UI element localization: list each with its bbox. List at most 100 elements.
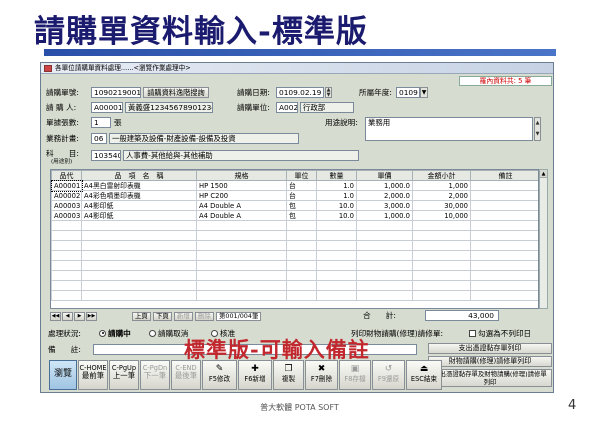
table-cell[interactable] (412, 250, 471, 261)
table-cell[interactable]: A00002 (51, 190, 82, 201)
next-record-icon[interactable]: ▶ (74, 312, 85, 321)
table-cell[interactable] (286, 250, 317, 261)
table-cell[interactable]: 台 (286, 190, 317, 201)
nav-down-button[interactable]: 下頁 (153, 312, 172, 321)
table-cell[interactable] (286, 270, 317, 281)
table-cell[interactable]: 3,000.0 (356, 200, 413, 211)
toolbar-save-button[interactable]: ▣ F8存檔 (339, 360, 371, 390)
table-cell[interactable] (356, 280, 413, 291)
table-cell[interactable]: A4 Double A (196, 210, 287, 221)
table-cell[interactable]: 2,000 (412, 190, 471, 201)
table-cell[interactable] (356, 230, 413, 241)
table-cell[interactable] (286, 290, 317, 301)
table-cell[interactable]: A00001 (51, 179, 83, 192)
table-cell[interactable] (316, 230, 357, 241)
table-cell[interactable] (286, 220, 317, 231)
table-cell[interactable] (196, 280, 287, 291)
table-cell[interactable] (316, 220, 357, 231)
table-cell[interactable] (81, 280, 197, 291)
table-cell[interactable] (81, 290, 197, 301)
table-cell[interactable] (412, 230, 471, 241)
attachment-field[interactable]: 1 (91, 117, 111, 128)
table-cell[interactable] (196, 250, 287, 261)
table-cell[interactable] (470, 280, 538, 291)
table-cell[interactable] (412, 240, 471, 251)
req-unit-code-field[interactable]: A002 (276, 102, 298, 113)
table-cell[interactable] (51, 270, 82, 281)
table-cell[interactable] (286, 230, 317, 241)
fiscal-year-select[interactable]: 0109 (396, 87, 420, 98)
table-cell[interactable]: A4 Double A (196, 200, 287, 211)
purpose-field[interactable]: 業務用 (365, 117, 533, 141)
toolbar-delete-button[interactable]: ✖ F7刪除 (305, 360, 338, 390)
table-cell[interactable] (412, 220, 471, 231)
table-cell[interactable] (81, 220, 197, 231)
nav-add-button[interactable]: 新增 (174, 312, 193, 321)
prev-record-icon[interactable]: ◀ (62, 312, 73, 321)
toolbar-next-record-button[interactable]: C-PgDn 下一筆 (140, 360, 170, 390)
toolbar-restore-button[interactable]: ↺ F9還原 (372, 360, 405, 390)
table-cell[interactable] (470, 290, 538, 301)
table-cell[interactable] (81, 270, 197, 281)
table-cell[interactable] (196, 230, 287, 241)
toolbar-copy-button[interactable]: ❐ 複製 (273, 360, 304, 390)
table-row-empty[interactable] (51, 230, 538, 241)
table-cell[interactable] (412, 280, 471, 291)
table-cell[interactable] (286, 240, 317, 251)
inquiry-button[interactable]: 請購資料逸階搜詢 (143, 87, 209, 98)
toolbar-prev-record-button[interactable]: C-PgUp 上一筆 (109, 360, 139, 390)
table-cell[interactable] (470, 200, 538, 211)
toolbar-add-button[interactable]: ✚ F6新增 (238, 360, 272, 390)
table-cell[interactable] (470, 240, 538, 251)
req-date-field[interactable]: 0109.02.19 (276, 87, 324, 98)
table-cell[interactable] (51, 290, 82, 301)
grid-scrollbar[interactable]: ▲ (539, 169, 548, 309)
table-row-empty[interactable] (51, 280, 538, 291)
table-cell[interactable] (51, 230, 82, 241)
table-cell[interactable] (316, 280, 357, 291)
first-record-icon[interactable]: ◀◀ (50, 312, 61, 321)
business-code-field[interactable]: 06 (91, 133, 107, 144)
table-cell[interactable] (412, 290, 471, 301)
scroll-up-icon[interactable]: ▲ (540, 170, 547, 178)
toolbar-first-record-button[interactable]: C-HOME 最前筆 (78, 360, 108, 390)
table-cell[interactable] (470, 190, 538, 201)
table-row-empty[interactable] (51, 260, 538, 271)
table-row-empty[interactable] (51, 290, 538, 301)
print-request-form-button[interactable]: 財物請購(修理)請修單列印 (428, 356, 552, 367)
table-cell[interactable] (470, 250, 538, 261)
table-cell[interactable] (81, 230, 197, 241)
purpose-scroll[interactable]: ▲ ▼ (534, 117, 541, 141)
table-cell[interactable] (316, 240, 357, 251)
table-cell[interactable] (196, 270, 287, 281)
table-cell[interactable]: 1,000 (412, 180, 471, 191)
last-record-icon[interactable]: ▶▶ (86, 312, 97, 321)
table-cell[interactable] (286, 280, 317, 291)
table-cell[interactable]: A00003 (51, 200, 82, 211)
table-cell[interactable] (51, 260, 82, 271)
print-both-button[interactable]: 支出憑證黏存單及財物請購(修理)請修單列印 (428, 369, 552, 387)
date-spinner[interactable]: ▲ ▼ (325, 87, 332, 98)
items-grid[interactable]: 品代品 項 名 稱規格 單位 數量 單價 金額小計 備註 A00001 A4黑白雷射印表機 H… (50, 169, 539, 309)
table-cell[interactable] (412, 260, 471, 271)
print-checkbox[interactable]: 勾選為不列印日 (469, 328, 531, 339)
table-cell[interactable] (356, 260, 413, 271)
requester-code-field[interactable]: A00001 (91, 102, 123, 113)
table-cell[interactable]: 10.0 (316, 210, 357, 221)
table-cell[interactable] (470, 270, 538, 281)
toolbar-edit-button[interactable]: ✎ F5修改 (202, 360, 237, 390)
table-row-empty[interactable] (51, 250, 538, 261)
table-cell[interactable] (196, 260, 287, 271)
table-cell[interactable]: 10.0 (316, 200, 357, 211)
table-cell[interactable]: 10,000 (412, 210, 471, 221)
table-row-empty[interactable] (51, 220, 538, 231)
table-cell[interactable]: 1.0 (316, 190, 357, 201)
table-cell[interactable]: 1,000.0 (356, 180, 413, 191)
table-row[interactable]: A00003 A4影印紙 A4 Double A 包 10.0 3,000.0 30,000 (51, 200, 538, 211)
toolbar-last-record-button[interactable]: C-END 最後筆 (171, 360, 201, 390)
table-cell[interactable] (316, 270, 357, 281)
table-cell[interactable] (356, 220, 413, 231)
table-cell[interactable]: A4黑白雷射印表機 (81, 180, 197, 191)
nav-top-button[interactable]: 上頁 (132, 312, 151, 321)
table-cell[interactable]: HP C200 (196, 190, 287, 201)
